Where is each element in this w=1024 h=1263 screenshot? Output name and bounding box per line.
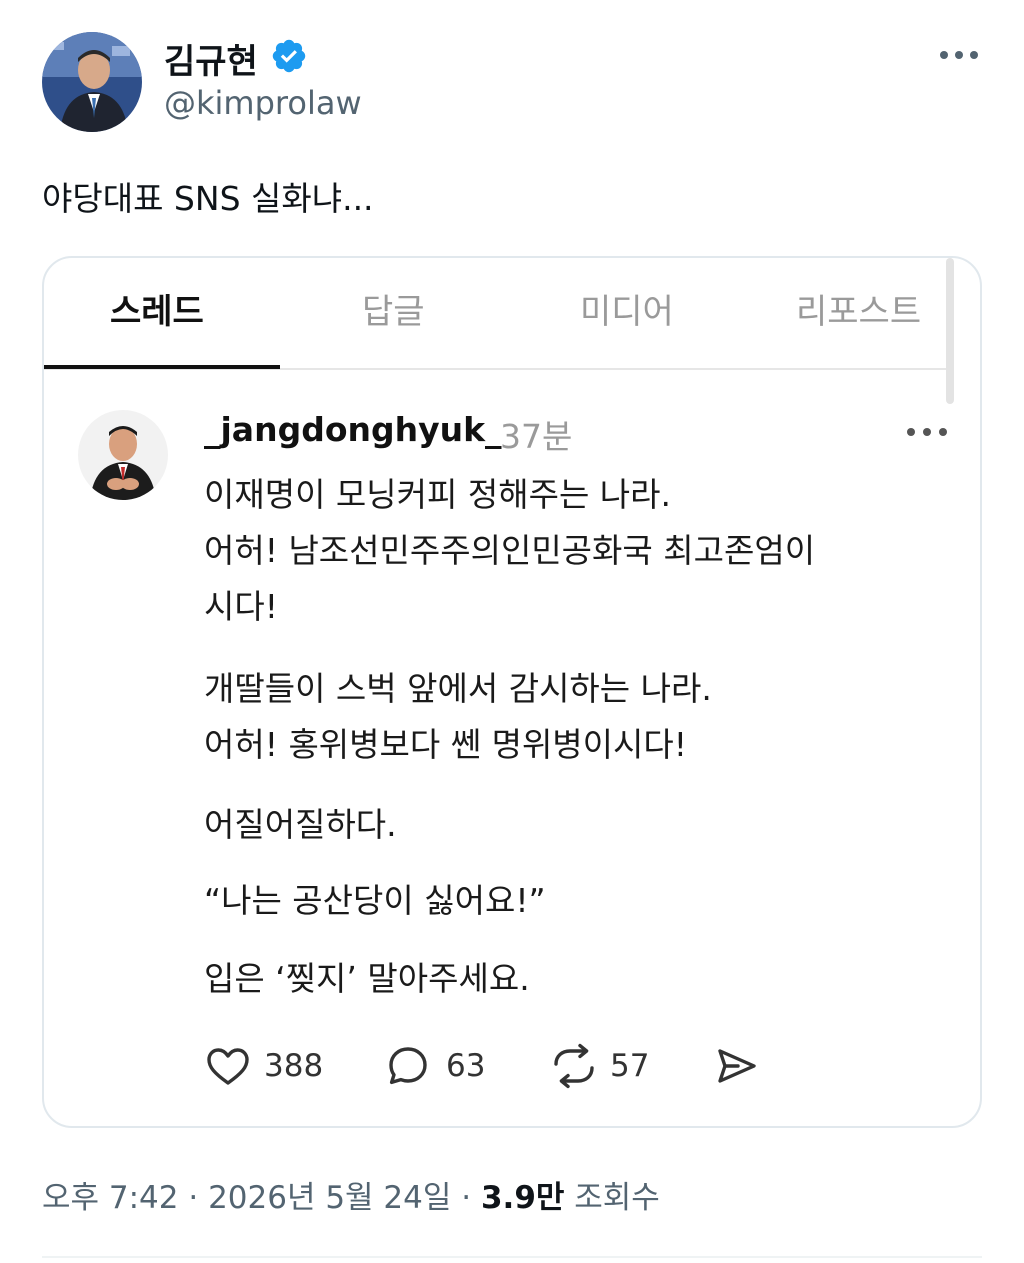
embedded-tab-bar: 스레드 답글 미디어 리포스트 xyxy=(44,258,950,370)
repost-button[interactable]: 57 xyxy=(548,1042,658,1092)
embedded-more-icon[interactable] xyxy=(904,420,950,444)
author-avatar[interactable] xyxy=(42,32,142,132)
repost-icon xyxy=(554,1043,594,1089)
view-count: 3.9만 xyxy=(480,1180,565,1216)
tab-threads[interactable]: 스레드 xyxy=(110,284,204,333)
post-line: “나는 공산당이 싫어요!” xyxy=(204,881,546,920)
divider xyxy=(42,1256,982,1258)
tab-media[interactable]: 미디어 xyxy=(580,284,674,333)
tweet-text: 야당대표 SNS 실화냐... xyxy=(42,179,374,218)
post-line: 어허! 남조선민주주의인민공화국 최고존엄이 xyxy=(204,531,816,570)
tweet-timestamp[interactable]: 오후 7:42 · 2026년 5월 24일 · xyxy=(42,1180,481,1216)
send-icon xyxy=(718,1049,756,1083)
embedded-action-bar: 388 63 57 xyxy=(204,1042,804,1092)
tab-reposts[interactable]: 리포스트 xyxy=(796,284,921,333)
embedded-avatar xyxy=(78,410,168,500)
comment-button[interactable]: 63 xyxy=(384,1042,494,1092)
embedded-timestamp: 37분 xyxy=(500,417,573,456)
author-handle[interactable]: @kimprolaw xyxy=(164,84,362,122)
active-tab-indicator xyxy=(44,365,280,369)
post-line: 시다! xyxy=(204,587,278,626)
more-options-icon[interactable] xyxy=(936,38,982,72)
embedded-screenshot: 스레드 답글 미디어 리포스트 _jangdonghyuk_ 37분 이재명이 … xyxy=(42,256,982,1128)
scrollbar[interactable] xyxy=(946,258,954,404)
verified-badge-icon xyxy=(270,37,308,75)
post-line: 어허! 홍위병보다 쎈 명위병이시다! xyxy=(204,725,687,764)
tweet-header: 김규현 @kimprolaw xyxy=(0,0,1024,150)
post-line: 개딸들이 스벅 앞에서 감시하는 나라. xyxy=(204,669,712,708)
tweet-meta: 오후 7:42 · 2026년 5월 24일 · 3.9만 조회수 xyxy=(42,1172,660,1217)
like-button[interactable]: 388 xyxy=(204,1042,324,1092)
comment-count: 63 xyxy=(446,1048,486,1084)
like-count: 388 xyxy=(264,1048,324,1084)
post-line: 이재명이 모닝커피 정해주는 나라. xyxy=(204,475,671,514)
heart-icon xyxy=(207,1048,249,1085)
share-button[interactable] xyxy=(712,1042,762,1092)
comment-icon xyxy=(389,1047,427,1085)
author-name[interactable]: 김규현 xyxy=(164,34,258,83)
tab-replies[interactable]: 답글 xyxy=(362,284,425,333)
embedded-username[interactable]: _jangdonghyuk_ xyxy=(204,410,502,449)
repost-count: 57 xyxy=(610,1048,650,1084)
post-line: 어질어질하다. xyxy=(204,805,397,844)
post-line: 입은 ‘찢지’ 말아주세요. xyxy=(204,959,530,998)
view-label: 조회수 xyxy=(564,1180,660,1216)
